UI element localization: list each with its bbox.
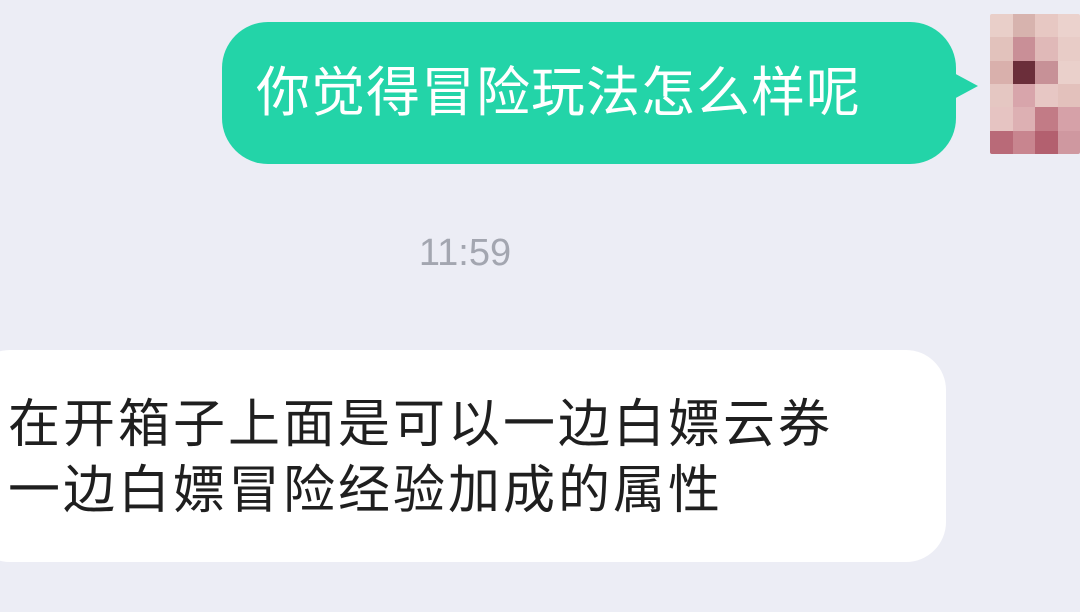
avatar-pixel <box>990 130 1013 154</box>
received-message-bubble[interactable]: 在开箱子上面是可以一边白嫖云券 一边白嫖冒险经验加成的属性 <box>0 350 946 562</box>
avatar-pixel <box>1035 130 1058 154</box>
avatar-pixel <box>1035 107 1058 131</box>
avatar-pixel <box>1057 14 1080 38</box>
avatar-pixel <box>1035 14 1058 38</box>
avatar-pixel <box>1057 107 1080 131</box>
received-message-line-2: 一边白嫖冒险经验加成的属性 <box>8 461 724 521</box>
avatar-pixel <box>990 107 1013 131</box>
chat-view: 你觉得冒险玩法怎么样呢 11:59 在开箱子上面是可以一边白嫖云券 一边白嫖冒险… <box>0 0 1080 612</box>
user-avatar[interactable] <box>990 14 1080 154</box>
avatar-pixel <box>1057 37 1080 61</box>
received-message-line-1: 在开箱子上面是可以一边白嫖云券 <box>8 395 834 455</box>
avatar-pixel <box>990 60 1013 84</box>
message-timestamp: 11:59 <box>418 232 512 274</box>
avatar-pixel <box>1035 84 1058 108</box>
avatar-pixel <box>990 14 1013 38</box>
avatar-pixel <box>1035 60 1058 84</box>
avatar-pixel <box>1057 84 1080 108</box>
bubble-tail <box>952 72 978 100</box>
avatar-pixel <box>1012 14 1035 38</box>
avatar-pixel <box>1057 130 1080 154</box>
avatar-pixel <box>1035 37 1058 61</box>
avatar-pixel <box>1012 60 1035 84</box>
avatar-pixel <box>1012 84 1035 108</box>
avatar-pixel <box>1057 60 1080 84</box>
avatar-pixel <box>990 37 1013 61</box>
sent-message-bubble[interactable]: 你觉得冒险玩法怎么样呢 <box>222 22 978 164</box>
avatar-pixel <box>1012 107 1035 131</box>
avatar-pixel <box>1012 130 1035 154</box>
sent-message-text: 你觉得冒险玩法怎么样呢 <box>256 61 861 124</box>
avatar-pixel <box>1012 37 1035 61</box>
avatar-pixel <box>990 84 1013 108</box>
